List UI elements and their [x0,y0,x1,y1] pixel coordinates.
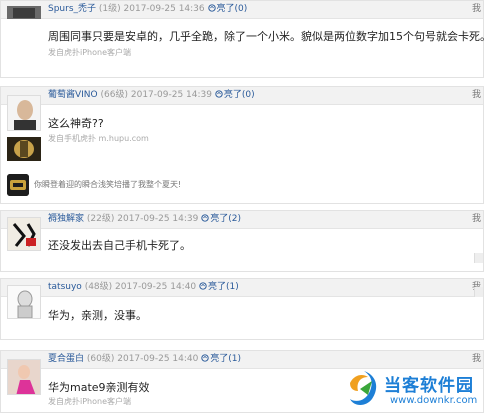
avatar-image-icon [8,360,40,394]
post-2: 葡萄酱VINO (66级) 2017-09-25 14:39 亮了(0) 我 这… [0,86,484,204]
client-source: 发自手机虎扑 m.hupu.com [48,134,149,143]
avatar-image-icon [7,6,41,19]
avatar-image-icon [8,286,40,318]
light-icon [201,354,209,362]
user-level: (1级) [98,4,121,14]
light-button[interactable]: 亮了(0) [207,4,247,14]
username-link[interactable]: 夏合蛋白 (60级) 2017-09-25 14:40 亮了(1) [48,351,241,368]
user-level: (66级) [100,90,128,100]
light-icon [207,4,216,12]
light-button[interactable]: 亮了(1) [201,354,241,364]
client-source: 发自虎扑iPhone客户端 [48,48,132,57]
signature-image-icon [7,137,41,161]
avatar[interactable] [7,285,41,319]
scroll-handle[interactable] [474,287,483,297]
signature-badge [7,174,29,196]
light-button[interactable]: 亮了(0) [215,90,255,100]
username-link[interactable]: 褥独解家 (22级) 2017-09-25 14:39 亮了(2) [48,211,241,228]
avatar[interactable] [7,359,41,395]
watermark-title: 当客软件园 [384,376,474,396]
light-icon [199,282,207,290]
post-1: Spurs_禿子 (1级) 2017-09-25 14:36 亮了(0) 我 周… [0,0,484,78]
logo-icon [350,371,377,405]
scroll-handle[interactable] [474,253,483,263]
post-date: 2017-09-25 14:36 [123,4,205,14]
client-source: 发自虎扑iPhone客户端 [48,397,132,406]
light-icon [215,90,223,98]
avatar[interactable] [7,217,41,251]
username-link[interactable]: tatsuyo (48级) 2017-09-25 14:40 亮了(1) [48,279,239,296]
username-link[interactable]: 葡萄酱VINO (66级) 2017-09-25 14:39 亮了(0) [48,87,255,104]
signature-image [7,137,41,161]
post-3: 褥独解家 (22级) 2017-09-25 14:39 亮了(2) 我 还没发出… [0,210,484,272]
light-button[interactable]: 亮了(1) [199,282,239,292]
user-level: (22级) [86,214,115,224]
user-level: (48级) [84,282,113,292]
post-text: 华为，亲测，没事。 [48,309,147,322]
badge-icon [7,174,29,196]
reply-link[interactable]: 我 [472,1,481,18]
light-button[interactable]: 亮了(2) [201,214,241,224]
signature-text: 你瞬登着迎的瞬合浅笑培播了我整个夏天! [34,180,182,189]
reply-link[interactable]: 我 [472,211,481,228]
post-text: 华为mate9亲测有效 [48,381,150,394]
post-4: tatsuyo (48级) 2017-09-25 14:40 亮了(1) 我 华… [0,278,484,340]
reply-link[interactable]: 我 [472,87,481,104]
post-header: 褥独解家 (22级) 2017-09-25 14:39 亮了(2) 我 [1,211,483,229]
post-date: 2017-09-25 14:39 [117,214,199,224]
post-date: 2017-09-25 14:40 [117,354,199,364]
avatar[interactable] [7,5,41,19]
post-text: 周围同事只要是安卓的，几乎全跪，除了一个小米。貌似是两位数字加15个句号就会卡死… [48,30,484,43]
post-date: 2017-09-25 14:39 [130,90,212,100]
username-link[interactable]: Spurs_禿子 (1级) 2017-09-25 14:36 亮了(0) [48,1,247,18]
avatar-image-icon [8,218,40,250]
post-text: 还没发出去自己手机卡死了。 [48,239,191,252]
user-level: (60级) [86,354,115,364]
watermark-url: www.downkr.com [390,395,478,406]
post-header: 葡萄酱VINO (66级) 2017-09-25 14:39 亮了(0) 我 [1,87,483,105]
watermark-logo: 当客软件园 www.downkr.com [344,365,482,413]
post-header: Spurs_禿子 (1级) 2017-09-25 14:36 亮了(0) 我 [1,1,483,19]
post-text: 这么神奇?? [48,117,104,130]
avatar[interactable] [7,95,41,131]
avatar-image-icon [8,96,40,130]
light-icon [201,214,209,222]
post-header: tatsuyo (48级) 2017-09-25 14:40 亮了(1) 我 [1,279,483,297]
post-date: 2017-09-25 14:40 [115,282,197,292]
